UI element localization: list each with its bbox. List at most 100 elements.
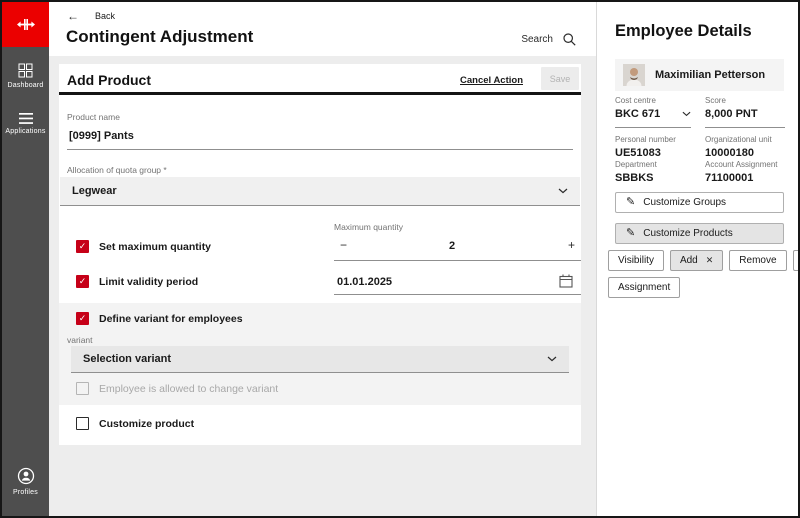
account-assignment-label: Account Assignment bbox=[705, 160, 790, 169]
visibility-chip-label: Visibility bbox=[618, 255, 654, 266]
dashboard-icon bbox=[18, 63, 33, 78]
applications-icon bbox=[19, 113, 33, 124]
set-max-quantity-row: ✓ Set maximum quantity bbox=[76, 240, 211, 253]
assignment-chip[interactable]: Assignment bbox=[608, 277, 680, 298]
product-action-chips: Visibility Add ✕ Remove Edit bbox=[608, 250, 800, 271]
save-button[interactable]: Save bbox=[541, 67, 579, 90]
employee-details-panel: Employee Details Maximilian Petterson Co… bbox=[596, 2, 798, 516]
remove-chip-label: Remove bbox=[739, 255, 776, 266]
personal-number-field: Personal number UE51083 bbox=[615, 135, 695, 159]
cost-centre-label: Cost centre bbox=[615, 96, 691, 105]
chevron-down-icon bbox=[558, 188, 568, 194]
department-value: SBBKS bbox=[615, 172, 654, 184]
chevron-down-icon bbox=[682, 111, 691, 117]
cost-centre-value: BKC 671 bbox=[615, 108, 660, 120]
employee-change-variant-row: Employee is allowed to change variant bbox=[76, 382, 278, 395]
employee-avatar bbox=[623, 64, 645, 86]
brand-logo[interactable] bbox=[2, 2, 49, 47]
quota-group-select[interactable]: Legwear bbox=[60, 177, 580, 206]
validity-underline bbox=[334, 294, 581, 295]
back-button[interactable]: ← Back bbox=[67, 11, 115, 21]
define-variant-row: ✓ Define variant for employees bbox=[76, 312, 243, 325]
close-icon: ✕ bbox=[706, 255, 714, 266]
back-arrow-icon: ← bbox=[67, 11, 79, 21]
sidebar-item-dashboard[interactable]: Dashboard bbox=[2, 63, 49, 89]
assignment-chip-label: Assignment bbox=[618, 282, 670, 293]
card-title: Add Product bbox=[67, 72, 151, 88]
add-chip-label: Add bbox=[680, 255, 698, 266]
limit-validity-label: Limit validity period bbox=[99, 276, 198, 288]
customize-products-button[interactable]: ✎ Customize Products bbox=[615, 223, 784, 244]
max-quantity-column-label: Maximum quantity bbox=[334, 222, 403, 232]
organizational-unit-value: 10000180 bbox=[705, 147, 754, 159]
variant-label: variant bbox=[67, 335, 93, 345]
validity-date-input[interactable]: 01.01.2025 bbox=[337, 276, 392, 288]
search-button[interactable]: Search bbox=[515, 29, 582, 50]
personal-number-value: UE51083 bbox=[615, 147, 661, 159]
page-title: Contingent Adjustment bbox=[66, 27, 253, 47]
limit-validity-row: ✓ Limit validity period bbox=[76, 275, 198, 288]
employee-change-variant-label: Employee is allowed to change variant bbox=[99, 383, 278, 395]
cost-centre-field[interactable]: Cost centre BKC 671 bbox=[615, 96, 691, 128]
define-variant-label: Define variant for employees bbox=[99, 313, 243, 325]
product-name-input[interactable]: [0999] Pants bbox=[69, 130, 134, 142]
department-field: Department SBBKS bbox=[615, 160, 695, 184]
profiles-icon bbox=[17, 467, 35, 485]
organizational-unit-label: Organizational unit bbox=[705, 135, 790, 144]
sidebar: Dashboard Applications Profiles bbox=[2, 2, 49, 516]
customize-product-checkbox[interactable] bbox=[76, 417, 89, 430]
product-name-label: Product name bbox=[67, 112, 120, 122]
sidebar-item-applications[interactable]: Applications bbox=[2, 113, 49, 135]
pencil-icon: ✎ bbox=[626, 197, 635, 208]
employee-name: Maximilian Petterson bbox=[655, 69, 765, 81]
app-window: Dashboard Applications Profiles ← Back bbox=[0, 0, 800, 518]
sidebar-label-applications: Applications bbox=[5, 128, 45, 135]
main-area: ← Back Contingent Adjustment Search Add … bbox=[49, 2, 596, 516]
search-label: Search bbox=[521, 34, 553, 45]
variant-select[interactable]: Selection variant bbox=[71, 346, 569, 373]
add-product-card: Add Product Cancel Action Save Product n… bbox=[59, 64, 581, 445]
check-icon: ✓ bbox=[79, 240, 87, 253]
variant-section: ✓ Define variant for employees variant S… bbox=[59, 303, 581, 405]
customize-product-label: Customize product bbox=[99, 418, 194, 430]
customize-product-row: Customize product bbox=[76, 417, 194, 430]
organizational-unit-field: Organizational unit 10000180 bbox=[705, 135, 790, 159]
quantity-decrement-button[interactable]: − bbox=[340, 238, 347, 252]
check-icon: ✓ bbox=[79, 312, 87, 325]
account-assignment-field: Account Assignment 71100001 bbox=[705, 160, 790, 184]
sidebar-item-profiles[interactable]: Profiles bbox=[2, 467, 49, 496]
set-max-quantity-checkbox[interactable]: ✓ bbox=[76, 240, 89, 253]
remove-chip[interactable]: Remove bbox=[729, 250, 786, 271]
score-label: Score bbox=[705, 96, 785, 105]
quantity-value[interactable]: 2 bbox=[449, 240, 455, 252]
score-field: Score 8,000 PNT bbox=[705, 96, 785, 128]
limit-validity-checkbox[interactable]: ✓ bbox=[76, 275, 89, 288]
calendar-icon[interactable] bbox=[559, 274, 573, 288]
define-variant-checkbox[interactable]: ✓ bbox=[76, 312, 89, 325]
customize-groups-label: Customize Groups bbox=[643, 197, 726, 208]
chevron-down-icon bbox=[547, 356, 557, 362]
variant-value: Selection variant bbox=[83, 353, 171, 365]
customize-products-label: Customize Products bbox=[643, 228, 732, 239]
sbb-logo-icon bbox=[17, 19, 35, 30]
employee-change-variant-checkbox[interactable] bbox=[76, 382, 89, 395]
quantity-underline bbox=[334, 260, 581, 261]
quantity-increment-button[interactable]: + bbox=[568, 238, 575, 252]
card-header: Add Product Cancel Action Save bbox=[59, 64, 581, 95]
search-icon bbox=[563, 33, 576, 46]
account-assignment-value: 71100001 bbox=[705, 172, 753, 184]
sidebar-label-profiles: Profiles bbox=[13, 489, 38, 496]
personal-number-label: Personal number bbox=[615, 135, 695, 144]
quota-group-value: Legwear bbox=[72, 185, 117, 197]
add-chip[interactable]: Add ✕ bbox=[670, 250, 723, 271]
cancel-action-link[interactable]: Cancel Action bbox=[460, 75, 523, 86]
visibility-chip[interactable]: Visibility bbox=[608, 250, 664, 271]
customize-groups-button[interactable]: ✎ Customize Groups bbox=[615, 192, 784, 213]
product-name-underline bbox=[67, 149, 573, 150]
back-label: Back bbox=[95, 11, 115, 21]
employee-card: Maximilian Petterson bbox=[615, 59, 784, 91]
edit-chip[interactable]: Edit bbox=[793, 250, 800, 271]
check-icon: ✓ bbox=[79, 275, 87, 288]
page-header: ← Back Contingent Adjustment Search bbox=[49, 2, 596, 56]
quota-group-label: Allocation of quota group * bbox=[67, 165, 167, 175]
